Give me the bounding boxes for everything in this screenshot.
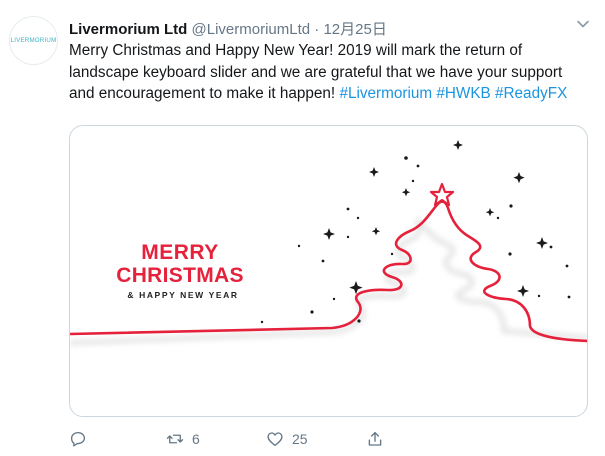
hashtag-link[interactable]: #ReadyFX — [495, 85, 567, 102]
share-button[interactable] — [366, 427, 384, 451]
heart-icon — [267, 432, 283, 447]
avatar-logo: LIVERMORIUM — [10, 37, 57, 44]
media-card[interactable]: MERRY CHRISTMAS & HAPPY NEW YEAR — [69, 125, 588, 417]
user-handle[interactable]: @LivermoriumLtd — [192, 21, 311, 38]
avatar[interactable]: LIVERMORIUM — [9, 16, 58, 65]
action-bar: 6 25 — [69, 427, 589, 451]
reply-button[interactable] — [69, 427, 87, 451]
hashtag-link[interactable]: #Livermorium — [339, 85, 432, 102]
card-line-newyear: & HAPPY NEW YEAR — [127, 290, 238, 300]
hashtag-link[interactable]: #HWKB — [436, 85, 490, 102]
separator-dot: · — [314, 21, 320, 38]
card-line-merry: MERRY — [141, 241, 219, 264]
retweet-button[interactable]: 6 — [166, 427, 200, 451]
like-button[interactable]: 25 — [266, 427, 308, 451]
sparkle-stars — [323, 140, 548, 297]
chevron-down-icon[interactable] — [576, 17, 590, 31]
retweet-count: 6 — [192, 431, 200, 447]
tweet-header: Livermorium Ltd @LivermoriumLtd · 12月25日 — [69, 18, 387, 39]
retweet-icon — [166, 434, 184, 444]
share-icon — [368, 431, 382, 446]
christmas-image: MERRY CHRISTMAS & HAPPY NEW YEAR — [70, 140, 587, 346]
tweet-text: Merry Christmas and Happy New Year! 2019… — [69, 40, 591, 105]
card-line-christmas: CHRISTMAS — [116, 264, 244, 287]
reply-icon — [70, 431, 86, 447]
tweet-date[interactable]: 12月25日 — [323, 21, 386, 38]
like-count: 25 — [292, 431, 308, 447]
display-name[interactable]: Livermorium Ltd — [69, 21, 187, 38]
